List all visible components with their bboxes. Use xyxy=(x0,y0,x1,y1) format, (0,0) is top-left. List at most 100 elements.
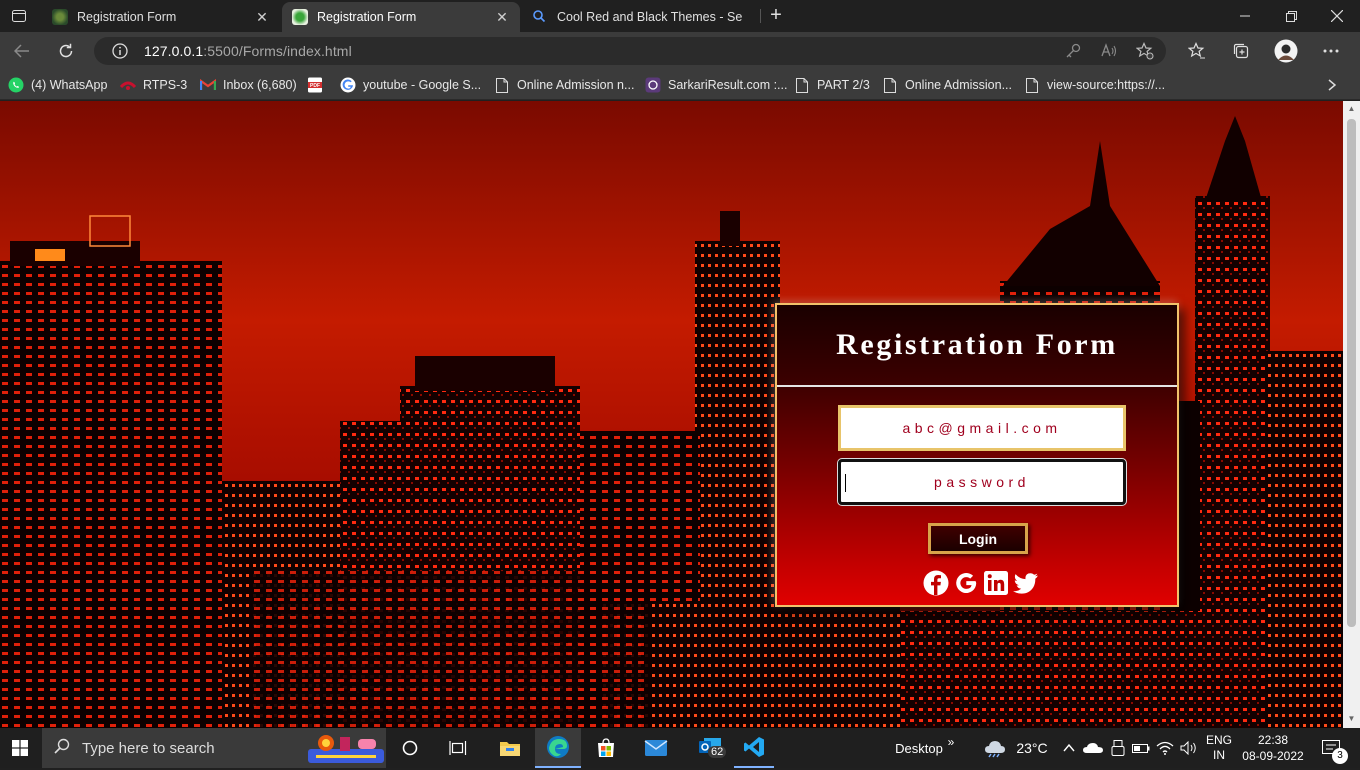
favorites-icon[interactable] xyxy=(1183,37,1211,65)
page-scrollbar[interactable]: ▲ ▼ xyxy=(1343,101,1360,728)
login-button[interactable]: Login xyxy=(928,523,1028,554)
desktop-toolbar-label[interactable]: Desktop xyxy=(895,728,943,768)
bookmark-sarkariresult[interactable]: SarkariResult.com :... xyxy=(645,75,787,95)
task-view-icon[interactable] xyxy=(444,728,472,768)
refresh-icon[interactable] xyxy=(52,37,80,65)
password-field-wrapper xyxy=(838,459,1126,505)
tray-chevron-up-icon[interactable] xyxy=(1060,728,1078,768)
bookmark-whatsapp[interactable]: (4) WhatsApp xyxy=(8,75,107,95)
text-caret xyxy=(845,474,846,492)
tab-separator xyxy=(760,9,761,23)
url-host: 127.0.0.1 xyxy=(144,43,204,59)
language-code: ENG xyxy=(1205,733,1232,747)
page-icon xyxy=(794,77,810,93)
back-icon[interactable] xyxy=(8,37,36,65)
collections-icon[interactable] xyxy=(1227,37,1255,65)
url-path: :5500/Forms/index.html xyxy=(203,43,352,59)
weather-icon[interactable] xyxy=(983,728,1009,768)
social-links xyxy=(922,569,1040,599)
url-text: 127.0.0.1:5500/Forms/index.html xyxy=(144,43,352,59)
bookmark-pdf[interactable]: PDF xyxy=(307,75,330,95)
mail-icon[interactable] xyxy=(636,728,676,768)
google-icon xyxy=(340,77,356,93)
tab-cool-red-themes[interactable]: Cool Red and Black Themes - Se xyxy=(522,2,760,32)
bookmark-rtps[interactable]: RTPS-3 xyxy=(120,75,187,95)
bookmark-inbox[interactable]: Inbox (6,680) xyxy=(200,75,297,95)
facebook-icon[interactable] xyxy=(922,569,950,597)
clock[interactable]: 22:38 08-09-2022 xyxy=(1240,728,1306,768)
form-header: Registration Form xyxy=(777,305,1177,387)
bookmark-view-source[interactable]: view-source:https://... xyxy=(1024,75,1165,95)
onedrive-icon[interactable] xyxy=(1082,728,1104,768)
restore-button[interactable] xyxy=(1268,0,1314,32)
bookmarks-bar: (4) WhatsApp RTPS-3 Inbox (6,680) PDF yo… xyxy=(0,70,1360,100)
windows-taskbar: Type here to search 62 Desktop » 23°C EN… xyxy=(0,728,1360,768)
bookmark-youtube-google[interactable]: youtube - Google S... xyxy=(340,75,481,95)
scrollbar-thumb[interactable] xyxy=(1347,119,1356,627)
volume-icon[interactable] xyxy=(1178,728,1200,768)
search-icon xyxy=(532,9,548,25)
key-icon[interactable] xyxy=(1064,42,1082,60)
linkedin-icon[interactable] xyxy=(982,569,1010,597)
close-tab-icon[interactable]: ✕ xyxy=(494,9,510,25)
tab-title: Registration Form xyxy=(317,10,417,24)
new-tab-button[interactable]: + xyxy=(764,4,788,28)
minimize-button[interactable] xyxy=(1222,0,1268,32)
file-explorer-icon[interactable] xyxy=(490,728,530,768)
more-options-icon[interactable] xyxy=(1317,37,1345,65)
tab-actions-icon[interactable] xyxy=(6,4,32,28)
wifi-icon[interactable] xyxy=(1154,728,1176,768)
language-region: IN xyxy=(1213,748,1225,762)
site-favicon-icon xyxy=(292,9,308,25)
read-aloud-icon[interactable] xyxy=(1100,42,1118,60)
browser-navbar: 127.0.0.1:5500/Forms/index.html xyxy=(0,32,1360,70)
bookmarks-overflow-chevron-icon[interactable] xyxy=(1328,75,1336,95)
password-input[interactable] xyxy=(841,462,1123,502)
tab-registration-form-2[interactable]: Registration Form ✕ xyxy=(282,2,520,32)
scroll-down-icon[interactable]: ▼ xyxy=(1347,715,1356,723)
bookmark-label: youtube - Google S... xyxy=(363,78,482,92)
close-tab-icon[interactable]: ✕ xyxy=(254,9,270,25)
taskbar-search-box[interactable]: Type here to search xyxy=(42,728,386,768)
cortana-icon[interactable] xyxy=(396,728,424,768)
page-icon xyxy=(1024,77,1040,93)
profile-avatar[interactable] xyxy=(1272,37,1300,65)
page-viewport: Registration Form Login xyxy=(0,101,1343,728)
outlook-icon[interactable]: 62 xyxy=(690,728,730,768)
edge-taskbar-icon[interactable] xyxy=(535,728,581,768)
bookmark-online-admission-1[interactable]: Online Admission n... xyxy=(494,75,634,95)
desktop-toolbar-chevron-icon[interactable]: » xyxy=(944,722,958,762)
tab-registration-form-1[interactable]: Registration Form ✕ xyxy=(42,2,280,32)
scroll-up-icon[interactable]: ▲ xyxy=(1347,105,1356,113)
google-icon[interactable] xyxy=(952,569,980,597)
bookmark-label: RTPS-3 xyxy=(143,78,188,92)
bookmark-part-2-3[interactable]: PART 2/3 xyxy=(794,75,870,95)
windows-start-icon[interactable] xyxy=(0,728,40,768)
svg-text:PDF: PDF xyxy=(310,83,320,89)
search-highlight-image xyxy=(306,731,386,770)
email-input[interactable] xyxy=(841,408,1123,448)
form-title: Registration Form xyxy=(836,328,1118,361)
add-favorite-icon[interactable] xyxy=(1135,42,1154,60)
notification-count-badge: 3 xyxy=(1332,748,1348,764)
twitter-icon[interactable] xyxy=(1012,569,1040,597)
battery-icon[interactable] xyxy=(1130,728,1152,768)
language-indicator[interactable]: ENG IN xyxy=(1202,728,1236,768)
email-field-wrapper xyxy=(838,405,1126,451)
bookmark-label: SarkariResult.com :... xyxy=(668,78,788,92)
browser-titlebar: Registration Form ✕ Registration Form ✕ … xyxy=(0,0,1360,32)
sarkari-icon xyxy=(645,77,661,93)
search-placeholder: Type here to search xyxy=(82,739,215,757)
temperature-label[interactable]: 23°C xyxy=(1012,728,1052,768)
tab-title: Cool Red and Black Themes - Se xyxy=(557,10,743,24)
microsoft-store-icon[interactable] xyxy=(586,728,626,768)
site-info-icon[interactable] xyxy=(112,43,128,64)
notification-center-icon[interactable]: 3 xyxy=(1316,728,1348,768)
bookmark-online-admission-2[interactable]: Online Admission... xyxy=(882,75,1012,95)
close-window-button[interactable] xyxy=(1314,0,1360,32)
vscode-icon[interactable] xyxy=(734,728,774,768)
address-bar[interactable]: 127.0.0.1:5500/Forms/index.html xyxy=(94,37,1166,65)
page-icon xyxy=(882,77,898,93)
usb-device-icon[interactable] xyxy=(1108,728,1128,768)
pdf-icon: PDF xyxy=(307,77,323,93)
